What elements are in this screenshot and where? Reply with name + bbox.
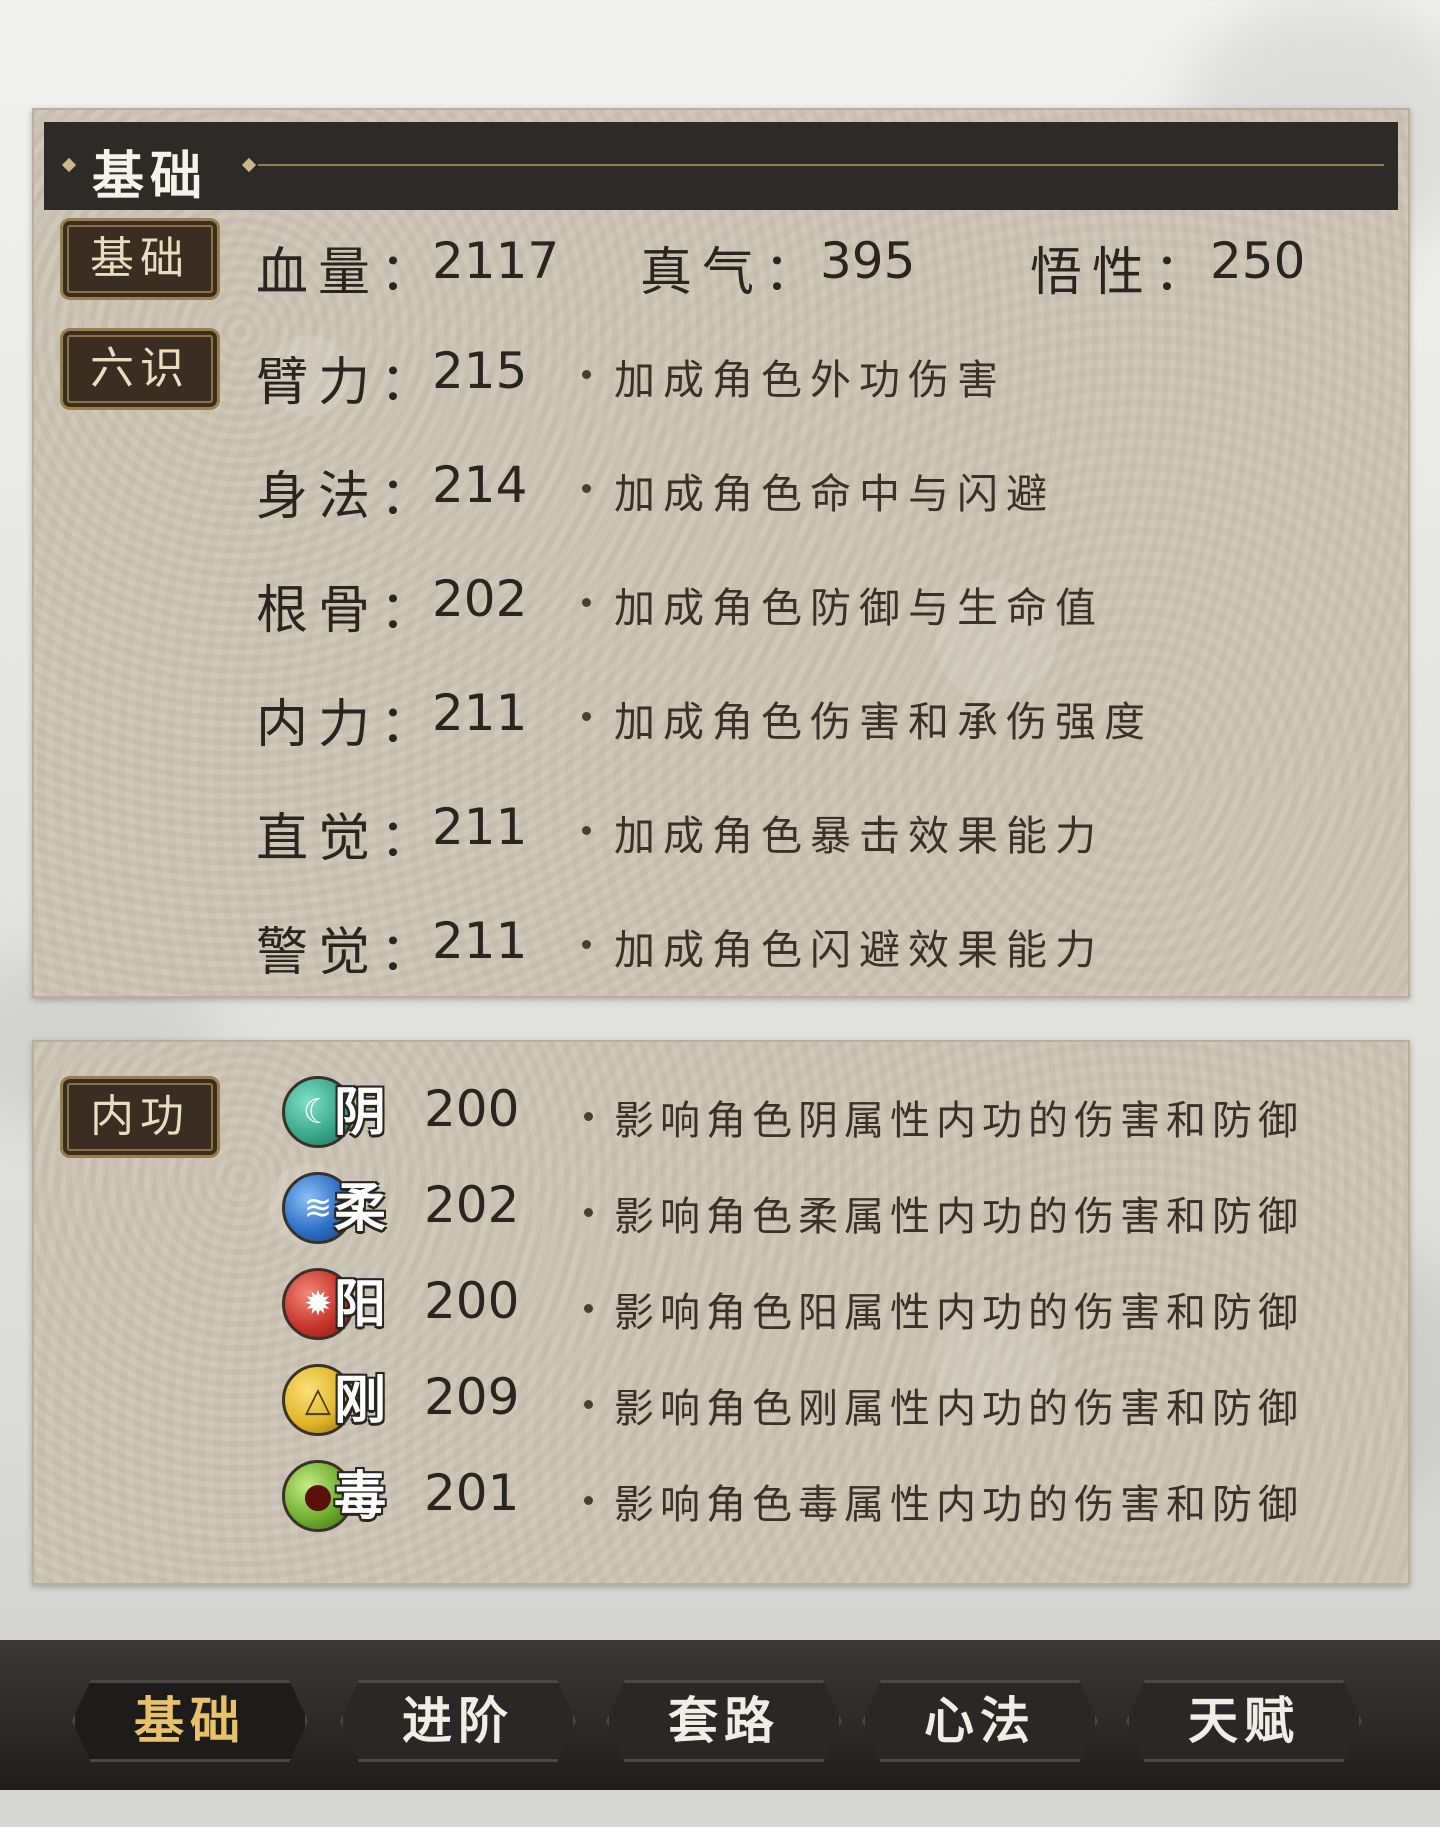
attribute-description: 影响角色刚属性内功的伤害和防御 xyxy=(614,1386,1304,1432)
six-stat-row: 根骨： 202 加成角色防御与生命值 xyxy=(34,560,1412,641)
tab-advanced[interactable]: 进阶 xyxy=(340,1680,576,1762)
section-title: 基础 xyxy=(92,146,209,207)
neigong-row-rou: ≋ 柔 202 影响角色柔属性内功的伤害和防御 xyxy=(34,1160,1412,1250)
stat-label: 臂力： xyxy=(256,353,443,413)
stat-value: 215 xyxy=(432,342,528,400)
attribute-value: 202 xyxy=(424,1176,520,1234)
basic-stats-panel: 基础 基础 血量： 2117 真气： 395 悟性： 250 六识 臂力： 21… xyxy=(32,108,1410,998)
attribute-char: 刚 xyxy=(334,1371,387,1431)
six-stat-row: 身法： 214 加成角色命中与闪避 xyxy=(34,446,1412,527)
bullet-icon xyxy=(584,1304,593,1313)
base-stats-row: 血量： 2117 真气： 395 悟性： 250 xyxy=(34,222,1412,303)
stat-description: 加成角色防御与生命值 xyxy=(614,584,1104,632)
stat-label: 悟性： xyxy=(1030,243,1217,303)
stat-label: 内力： xyxy=(256,695,443,755)
six-stat-row: 臂力： 215 加成角色外功伤害 xyxy=(34,332,1412,413)
tab-routine[interactable]: 套路 xyxy=(606,1680,842,1762)
bottom-strip xyxy=(0,1790,1440,1827)
bullet-icon xyxy=(584,1208,593,1217)
bullet-icon xyxy=(584,1112,593,1121)
stat-label: 真气： xyxy=(640,243,827,303)
stat-label: 身法： xyxy=(256,467,443,527)
bullet-icon xyxy=(582,940,591,949)
six-stat-row: 内力： 211 加成角色伤害和承伤强度 xyxy=(34,674,1412,755)
attribute-char: 毒 xyxy=(334,1467,387,1527)
bullet-icon xyxy=(582,370,591,379)
six-stat-row: 警觉： 211 加成角色闪避效果能力 xyxy=(34,902,1412,983)
attribute-description: 影响角色毒属性内功的伤害和防御 xyxy=(614,1482,1304,1528)
attribute-description: 影响角色阳属性内功的伤害和防御 xyxy=(614,1290,1304,1336)
tab-basic[interactable]: 基础 xyxy=(72,1680,308,1762)
stat-label: 直觉： xyxy=(256,809,443,869)
attribute-value: 200 xyxy=(424,1272,520,1330)
stat-value: 202 xyxy=(432,570,528,628)
attribute-description: 影响角色柔属性内功的伤害和防御 xyxy=(614,1194,1304,1240)
stat-value: 214 xyxy=(432,456,528,514)
stat-value: 211 xyxy=(432,798,528,856)
stat-label: 警觉： xyxy=(256,923,443,983)
stat-value: 395 xyxy=(820,232,916,290)
bullet-icon xyxy=(582,598,591,607)
stat-label: 根骨： xyxy=(256,581,443,641)
bullet-icon xyxy=(584,1496,593,1505)
neigong-row-yang: ✹ 阳 200 影响角色阳属性内功的伤害和防御 xyxy=(34,1256,1412,1346)
stat-description: 加成角色命中与闪避 xyxy=(614,470,1055,518)
bullet-icon xyxy=(582,484,591,493)
diamond-ornament-icon xyxy=(61,157,77,173)
tab-talent[interactable]: 天赋 xyxy=(1126,1680,1362,1762)
stat-label: 血量： xyxy=(256,243,443,303)
diamond-ornament-icon xyxy=(241,157,257,173)
attribute-char: 阳 xyxy=(334,1275,387,1335)
attribute-char: 阴 xyxy=(334,1083,387,1143)
neigong-row-du: ● 毒 201 影响角色毒属性内功的伤害和防御 xyxy=(34,1448,1412,1538)
stat-description: 加成角色外功伤害 xyxy=(614,356,1006,404)
neigong-row-yin: ☾ 阴 200 影响角色阴属性内功的伤害和防御 xyxy=(34,1064,1412,1154)
stat-value: 2117 xyxy=(432,232,560,290)
tab-mental-method[interactable]: 心法 xyxy=(862,1680,1098,1762)
attribute-value: 200 xyxy=(424,1080,520,1138)
stat-description: 加成角色暴击效果能力 xyxy=(614,812,1104,860)
six-stat-row: 直觉： 211 加成角色暴击效果能力 xyxy=(34,788,1412,869)
stat-value: 211 xyxy=(432,912,528,970)
attribute-value: 209 xyxy=(424,1368,520,1426)
bullet-icon xyxy=(584,1400,593,1409)
stat-description: 加成角色伤害和承伤强度 xyxy=(614,698,1153,746)
attribute-char: 柔 xyxy=(334,1179,387,1239)
header-divider xyxy=(258,164,1384,166)
neigong-row-gang: △ 刚 209 影响角色刚属性内功的伤害和防御 xyxy=(34,1352,1412,1442)
stat-description: 加成角色闪避效果能力 xyxy=(614,926,1104,974)
bullet-icon xyxy=(582,826,591,835)
neigong-panel: 内功 ☾ 阴 200 影响角色阴属性内功的伤害和防御 ≋ 柔 202 影响角色柔… xyxy=(32,1040,1410,1585)
attribute-description: 影响角色阴属性内功的伤害和防御 xyxy=(614,1098,1304,1144)
section-header: 基础 xyxy=(44,122,1398,210)
attribute-value: 201 xyxy=(424,1464,520,1522)
bullet-icon xyxy=(582,712,591,721)
stat-value: 211 xyxy=(432,684,528,742)
stat-value: 250 xyxy=(1210,232,1306,290)
